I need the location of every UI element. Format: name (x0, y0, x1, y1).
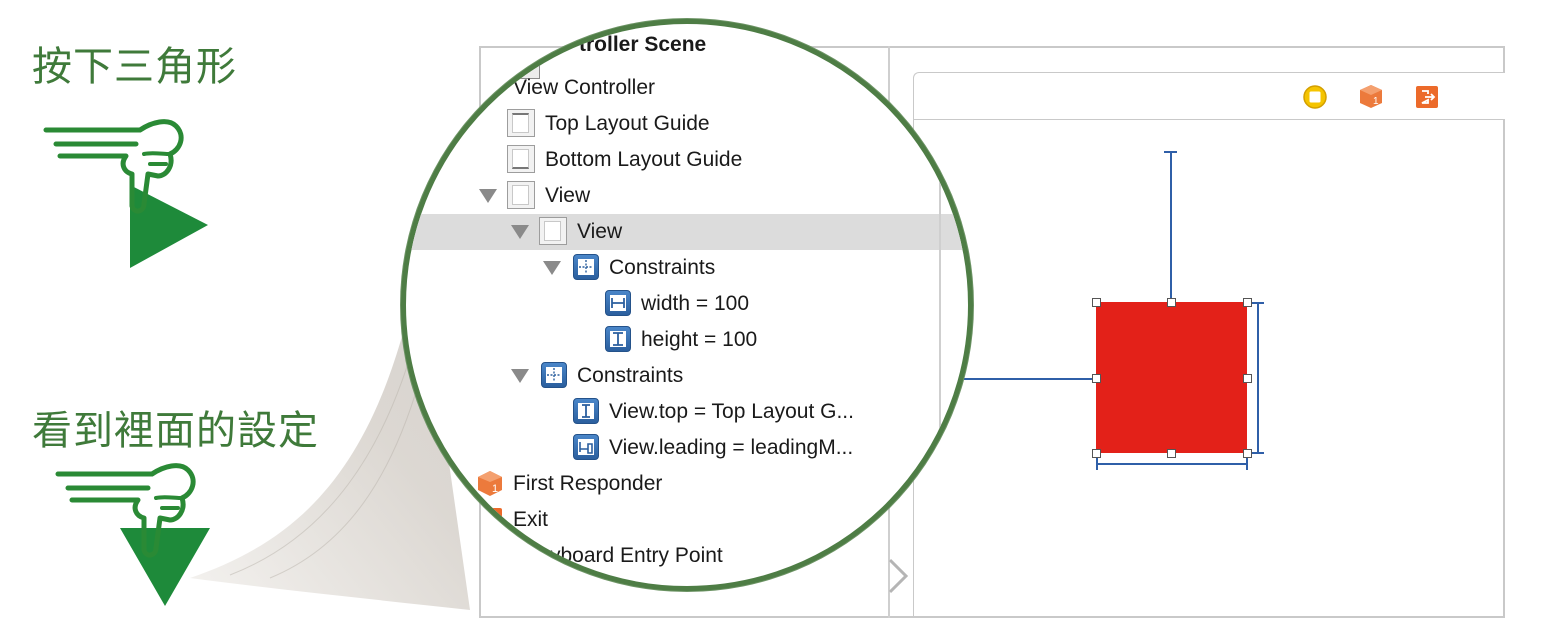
scene-collapse-triangle[interactable] (497, 63, 511, 74)
disclosure-triangle-icon[interactable] (543, 261, 561, 275)
resize-handle[interactable] (1092, 449, 1101, 458)
outline-item-top-constraint[interactable]: View.top = Top Layout G... (609, 394, 854, 430)
view-icon (507, 181, 535, 209)
resize-handle[interactable] (1167, 298, 1176, 307)
first-responder-icon[interactable]: 1 (1358, 83, 1384, 109)
outline-item-height-constraint[interactable]: height = 100 (641, 322, 757, 358)
red-view[interactable] (1096, 302, 1247, 453)
width-constraint-cap-left (1096, 457, 1098, 470)
resize-handle[interactable] (1243, 374, 1252, 383)
outline-item-storyboard-entry-point[interactable]: ryboard Entry Point (543, 538, 723, 574)
disclosure-triangle-icon[interactable] (511, 369, 529, 383)
layout-guide-icon (507, 145, 535, 173)
outline-item-bottom-layout-guide[interactable]: Bottom Layout Guide (545, 142, 742, 178)
scene-title: troller Scene (579, 33, 707, 56)
disclosure-triangle-icon[interactable] (511, 225, 529, 239)
resize-handle[interactable] (1092, 298, 1101, 307)
canvas-edge (939, 24, 941, 584)
outline-item-first-responder[interactable]: First Responder (513, 466, 662, 502)
disclosure-triangle-icon[interactable] (479, 189, 497, 203)
height-constraint-cap-bottom (1251, 452, 1264, 454)
exit-icon[interactable] (1415, 85, 1439, 109)
svg-text:1: 1 (1373, 96, 1379, 107)
resize-handle[interactable] (1092, 374, 1101, 383)
first-responder-icon: 1 (478, 471, 502, 496)
outline-item-red-view[interactable]: View (577, 214, 622, 250)
pointing-hand-icon (55, 463, 210, 606)
view-controller-icon[interactable] (1302, 84, 1328, 110)
view-icon (539, 217, 567, 245)
top-constraint-cap (1164, 151, 1177, 153)
outline-item-leading-constraint[interactable]: View.leading = leadingM... (609, 430, 853, 466)
selected-row-highlight[interactable] (406, 214, 966, 250)
top-constraint-line[interactable] (1170, 151, 1172, 302)
leading-constraint-line[interactable] (962, 378, 1096, 380)
width-constraint-icon (605, 290, 631, 316)
constraints-group-icon (541, 362, 567, 388)
outline-item-top-layout-guide[interactable]: Top Layout Guide (545, 106, 710, 142)
height-constraint-icon (605, 326, 631, 352)
height-constraint-cap-top (1251, 302, 1264, 304)
height-constraint-line[interactable] (1257, 302, 1259, 453)
width-constraint-line[interactable] (1097, 463, 1247, 465)
constraints-group-icon (573, 254, 599, 280)
svg-text:1: 1 (492, 483, 498, 495)
magnifier-circle: troller Scene View Controller Top Layout… (401, 19, 973, 591)
leading-constraint-icon (573, 434, 599, 460)
outline-item-root-view[interactable]: View (545, 178, 590, 214)
caption-press-triangle: 按下三角形 (32, 44, 237, 90)
vertical-spacing-constraint-icon (573, 398, 599, 424)
exit-icon (480, 508, 502, 530)
outline-item-constraints[interactable]: Constraints (577, 358, 683, 394)
resize-handle[interactable] (1243, 449, 1252, 458)
outline-item-width-constraint[interactable]: width = 100 (641, 286, 749, 322)
width-constraint-cap-right (1246, 457, 1248, 470)
pointing-hand-icon (43, 119, 208, 268)
resize-handle[interactable] (1167, 449, 1176, 458)
outline-item-view-controller[interactable]: View Controller (513, 70, 655, 106)
outline-item-exit[interactable]: Exit (513, 502, 548, 538)
caption-see-settings: 看到裡面的設定 (32, 408, 319, 454)
outline-item-constraints[interactable]: Constraints (609, 250, 715, 286)
resize-handle[interactable] (1243, 298, 1252, 307)
layout-guide-icon (507, 109, 535, 137)
